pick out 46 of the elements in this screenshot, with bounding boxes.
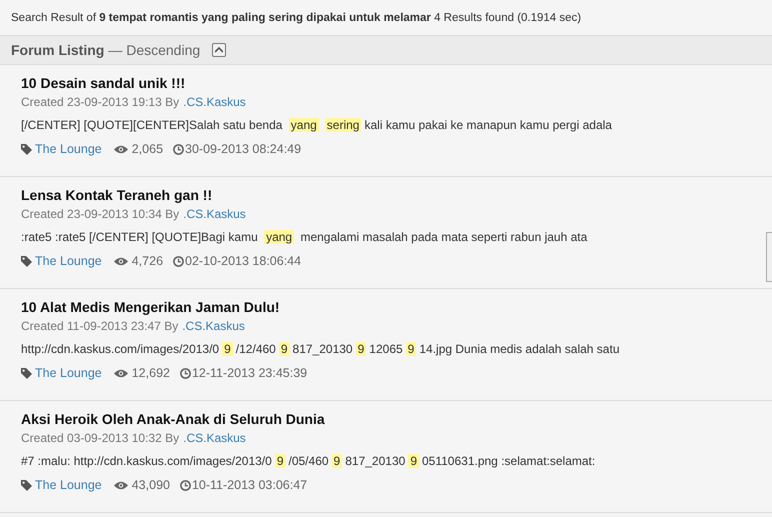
thread-title[interactable]: Lensa Kontak Teraneh gan !! [21,187,212,206]
thread-title[interactable]: 10 Desain sandal unik !!! [21,75,186,94]
search-summary: Search Result of 9 tempat romantis yang paling sering dipakai untuk melamar 4 Results found (0.1914 sec) [11,12,582,24]
last-post-time: 02-10-2013 18:06:44 [185,254,302,268]
forum-link[interactable]: The Lounge [35,142,102,156]
sort-order: — Descending [108,42,200,58]
created-info: Created 11-09-2013 23:47 By [21,319,178,335]
scrollbar[interactable] [766,232,772,282]
thread-snippet: :rate5 :rate5 [/CENTER] [QUOTE]Bagi kamu yang mengalami masalah pada mata seperti rabun jauh ata [21,230,588,246]
view-count: 2,065 [132,142,164,156]
author-link[interactable]: .CS.Kaskus [182,319,245,336]
eye-icon [114,480,128,490]
last-post-time: 12-11-2013 23:45:39 [192,366,308,380]
eye-icon [114,256,128,266]
caret-icon [215,47,224,53]
clock-icon [180,368,191,378]
author-link[interactable]: .CS.Kaskus [183,207,246,224]
tag-icon [21,368,32,378]
view-count: 4,726 [132,254,164,268]
listing-title: Forum Listing [11,42,104,58]
view-count: 43,090 [132,478,170,492]
created-info: Created 23-09-2013 10:34 By [21,207,180,223]
author-link[interactable]: .CS.Kaskus [183,431,246,448]
view-count: 12,692 [132,366,170,380]
collapse-button[interactable] [212,43,226,57]
thread-snippet: http://cdn.kaskus.com/images/2013/0 9 /12/460 9 817_20130 9 12065 9 14.jpg Dunia medis adalah salah satu [21,342,620,358]
thread-snippet: #7 :malu: http://cdn.kaskus.com/images/2013/0 9 /05/460 9 817_20130 9 05110631.png :selamat:selamat: [21,454,596,470]
tag-icon [21,144,32,154]
forum-link[interactable]: The Lounge [35,478,102,492]
created-info: Created 23-09-2013 19:13 By [21,95,180,111]
clock-icon [180,480,191,490]
last-post-time: 30-09-2013 08:24:49 [185,142,302,156]
created-info: Created 03-09-2013 10:32 By [21,431,180,447]
clock-icon [173,256,184,266]
last-post-time: 10-11-2013 03:06:47 [192,478,308,492]
thread-title[interactable]: 10 Alat Medis Mengerikan Jaman Dulu! [21,299,280,318]
thread-title[interactable]: Aksi Heroik Oleh Anak-Anak di Seluruh Dunia [21,411,325,430]
eye-icon [114,368,128,378]
author-link[interactable]: .CS.Kaskus [183,95,246,112]
eye-icon [114,144,128,154]
thread-snippet: [/CENTER] [QUOTE][CENTER]Salah satu benda yang sering kali kamu pakai ke manapun kamu pergi adala [21,118,612,134]
tag-icon [21,256,32,266]
tag-icon [21,480,32,490]
forum-link[interactable]: The Lounge [35,254,102,268]
forum-link[interactable]: The Lounge [35,366,102,380]
clock-icon [173,144,184,154]
